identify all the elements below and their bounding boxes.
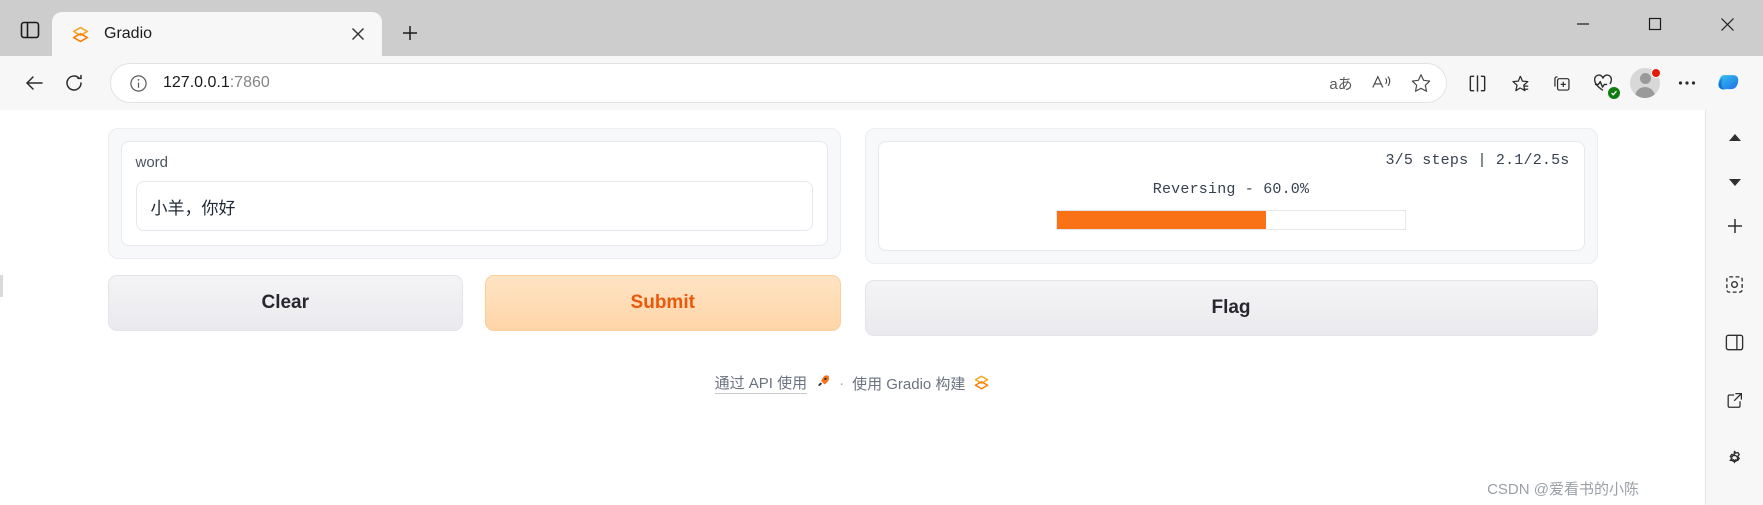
page-edge-marker (0, 275, 3, 297)
progress-meta: 3/5 steps | 2.1/2.5s (1385, 152, 1570, 169)
toolbar-right (1457, 63, 1749, 103)
notification-dot (1651, 68, 1661, 78)
url-text[interactable]: 127.0.0.1:7860 (163, 74, 1322, 92)
flag-button[interactable]: Flag (864, 280, 1598, 336)
word-input[interactable] (135, 181, 813, 231)
read-aloud-icon[interactable] (1362, 66, 1400, 100)
progress-bar (1056, 210, 1406, 230)
omnibox-actions: aあ (1322, 66, 1440, 100)
sidebar-panel-icon[interactable] (1715, 322, 1755, 362)
progress-bar-fill (1057, 211, 1266, 229)
site-info-icon[interactable] (127, 72, 149, 94)
title-bar: Gradio (0, 0, 1763, 56)
output-column: 3/5 steps | 2.1/2.5s Reversing - 60.0% F… (864, 128, 1598, 336)
web-page-viewport: word Clear Submit 3/5 s (0, 110, 1705, 505)
progress-output: 3/5 steps | 2.1/2.5s Reversing - 60.0% (877, 141, 1585, 251)
flag-button-row: Flag (864, 280, 1598, 336)
add-icon[interactable] (1715, 206, 1755, 246)
screenshot-capture-icon[interactable] (1715, 264, 1755, 304)
url-port: :7860 (229, 74, 270, 91)
tab-search-icon[interactable] (8, 8, 52, 52)
submit-button[interactable]: Submit (485, 275, 841, 331)
window-close-icon[interactable] (1691, 0, 1763, 48)
maximize-icon[interactable] (1619, 0, 1691, 48)
watermark: CSDN @爱看书的小陈 (1487, 481, 1639, 498)
app-columns: word Clear Submit 3/5 s (107, 128, 1598, 336)
open-external-icon[interactable] (1715, 380, 1755, 420)
rocket-icon (815, 373, 831, 393)
favorite-star-icon[interactable] (1402, 66, 1440, 100)
translate-icon[interactable]: aあ (1322, 66, 1360, 100)
address-bar[interactable]: 127.0.0.1:7860 aあ (110, 63, 1447, 103)
window-controls (1547, 0, 1763, 48)
use-via-api-link[interactable]: 通过 API 使用 (714, 372, 808, 394)
edge-sidebar (1705, 110, 1763, 505)
browser-tab[interactable]: Gradio (52, 12, 382, 56)
navigation-toolbar: 127.0.0.1:7860 aあ (0, 56, 1763, 110)
split-screen-icon[interactable] (1457, 63, 1497, 103)
new-tab-plus-icon[interactable] (392, 15, 428, 51)
favorites-collection-icon[interactable] (1499, 63, 1539, 103)
gradio-app: word Clear Submit 3/5 s (107, 128, 1598, 394)
browser-window: Gradio 127.0.0.1:7860 aあ word 小羊，你好 Clea… (0, 0, 1763, 505)
footer-separator: · (839, 374, 845, 392)
scroll-up-icon[interactable] (1715, 118, 1755, 158)
tab-title: Gradio (104, 25, 153, 42)
clear-button[interactable]: Clear (107, 275, 463, 331)
profile-avatar[interactable] (1625, 63, 1665, 103)
output-panel: 3/5 steps | 2.1/2.5s Reversing - 60.0% (864, 128, 1598, 264)
progress-label: Reversing - 60.0% (1152, 181, 1310, 198)
url-host: 127.0.0.1 (163, 74, 230, 91)
gradio-logo-icon (70, 24, 90, 44)
settings-and-more-icon[interactable] (1667, 63, 1707, 103)
settings-gear-icon[interactable] (1715, 438, 1755, 478)
input-column: word Clear Submit (107, 128, 841, 331)
word-label: word (135, 154, 169, 171)
close-icon[interactable] (344, 20, 372, 48)
gradio-footer: 通过 API 使用 · 使用 Gradio 构建 (108, 372, 1598, 394)
gradio-logo-icon (973, 374, 990, 392)
input-panel: word (107, 128, 841, 259)
copilot-icon[interactable] (1709, 63, 1749, 103)
word-form: word (120, 141, 828, 246)
page-area: word Clear Submit 3/5 s (0, 110, 1763, 505)
back-arrow-icon[interactable] (14, 63, 54, 103)
browser-essentials-icon[interactable] (1583, 63, 1623, 103)
refresh-icon[interactable] (54, 63, 94, 103)
health-check-badge (1608, 87, 1620, 99)
minimize-icon[interactable] (1547, 0, 1619, 48)
scroll-down-icon[interactable] (1715, 162, 1755, 202)
add-to-collections-icon[interactable] (1541, 63, 1581, 103)
action-buttons: Clear Submit (107, 275, 841, 331)
built-with-gradio-text: 使用 Gradio 构建 (852, 375, 966, 393)
